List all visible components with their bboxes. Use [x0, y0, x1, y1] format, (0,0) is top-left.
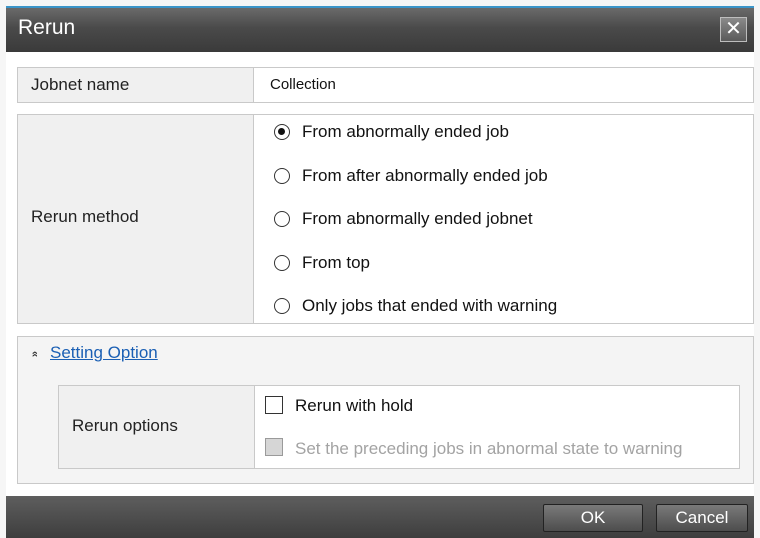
radio-label: Only jobs that ended with warning [302, 296, 558, 315]
preceding-jobs-warning-label: Set the preceding jobs in abnormal state… [295, 439, 683, 458]
rerun-options-label: Rerun options [72, 416, 178, 435]
radio-label: From top [302, 253, 371, 272]
radio-label: From after abnormally ended job [302, 166, 548, 185]
jobnet-name-label-cell: Jobnet name [18, 68, 254, 102]
radio-button[interactable] [274, 168, 290, 184]
jobnet-name-label: Jobnet name [31, 75, 130, 94]
dialog-footer: OK Cancel [6, 496, 754, 538]
setting-option-link[interactable]: Setting Option [50, 343, 158, 363]
close-icon[interactable]: ✕ [720, 17, 747, 42]
radio-button[interactable] [274, 211, 290, 227]
rerun-method-row: Rerun method From abnormally ended job F… [17, 114, 754, 324]
setting-option-section: » Setting Option Rerun options Rerun wit… [17, 336, 754, 484]
radio-label: From abnormally ended job [302, 122, 509, 141]
ok-button[interactable]: OK [543, 504, 643, 532]
rerun-options-label-cell: Rerun options [59, 386, 255, 468]
radio-button[interactable] [274, 298, 290, 314]
jobnet-name-value: Collection [270, 76, 336, 93]
cancel-button[interactable]: Cancel [656, 504, 748, 532]
rerun-with-hold-checkbox[interactable] [265, 396, 283, 414]
preceding-jobs-warning-checkbox [265, 438, 283, 456]
radio-button[interactable] [274, 255, 290, 271]
rerun-method-label-cell: Rerun method [18, 115, 254, 323]
jobnet-name-row: Jobnet name Collection [17, 67, 754, 103]
rerun-options-box: Rerun options Rerun with hold Set the pr… [58, 385, 740, 469]
rerun-method-label: Rerun method [31, 207, 139, 226]
rerun-dialog: Rerun ✕ Jobnet name Collection Rerun met… [0, 0, 760, 538]
radio-label: From abnormally ended jobnet [302, 209, 533, 228]
collapse-chevron-icon[interactable]: » [29, 351, 41, 357]
title-bar: Rerun ✕ [6, 6, 754, 52]
radio-button-selected[interactable] [274, 124, 290, 140]
rerun-with-hold-label: Rerun with hold [295, 396, 414, 415]
dialog-title: Rerun [18, 16, 76, 39]
